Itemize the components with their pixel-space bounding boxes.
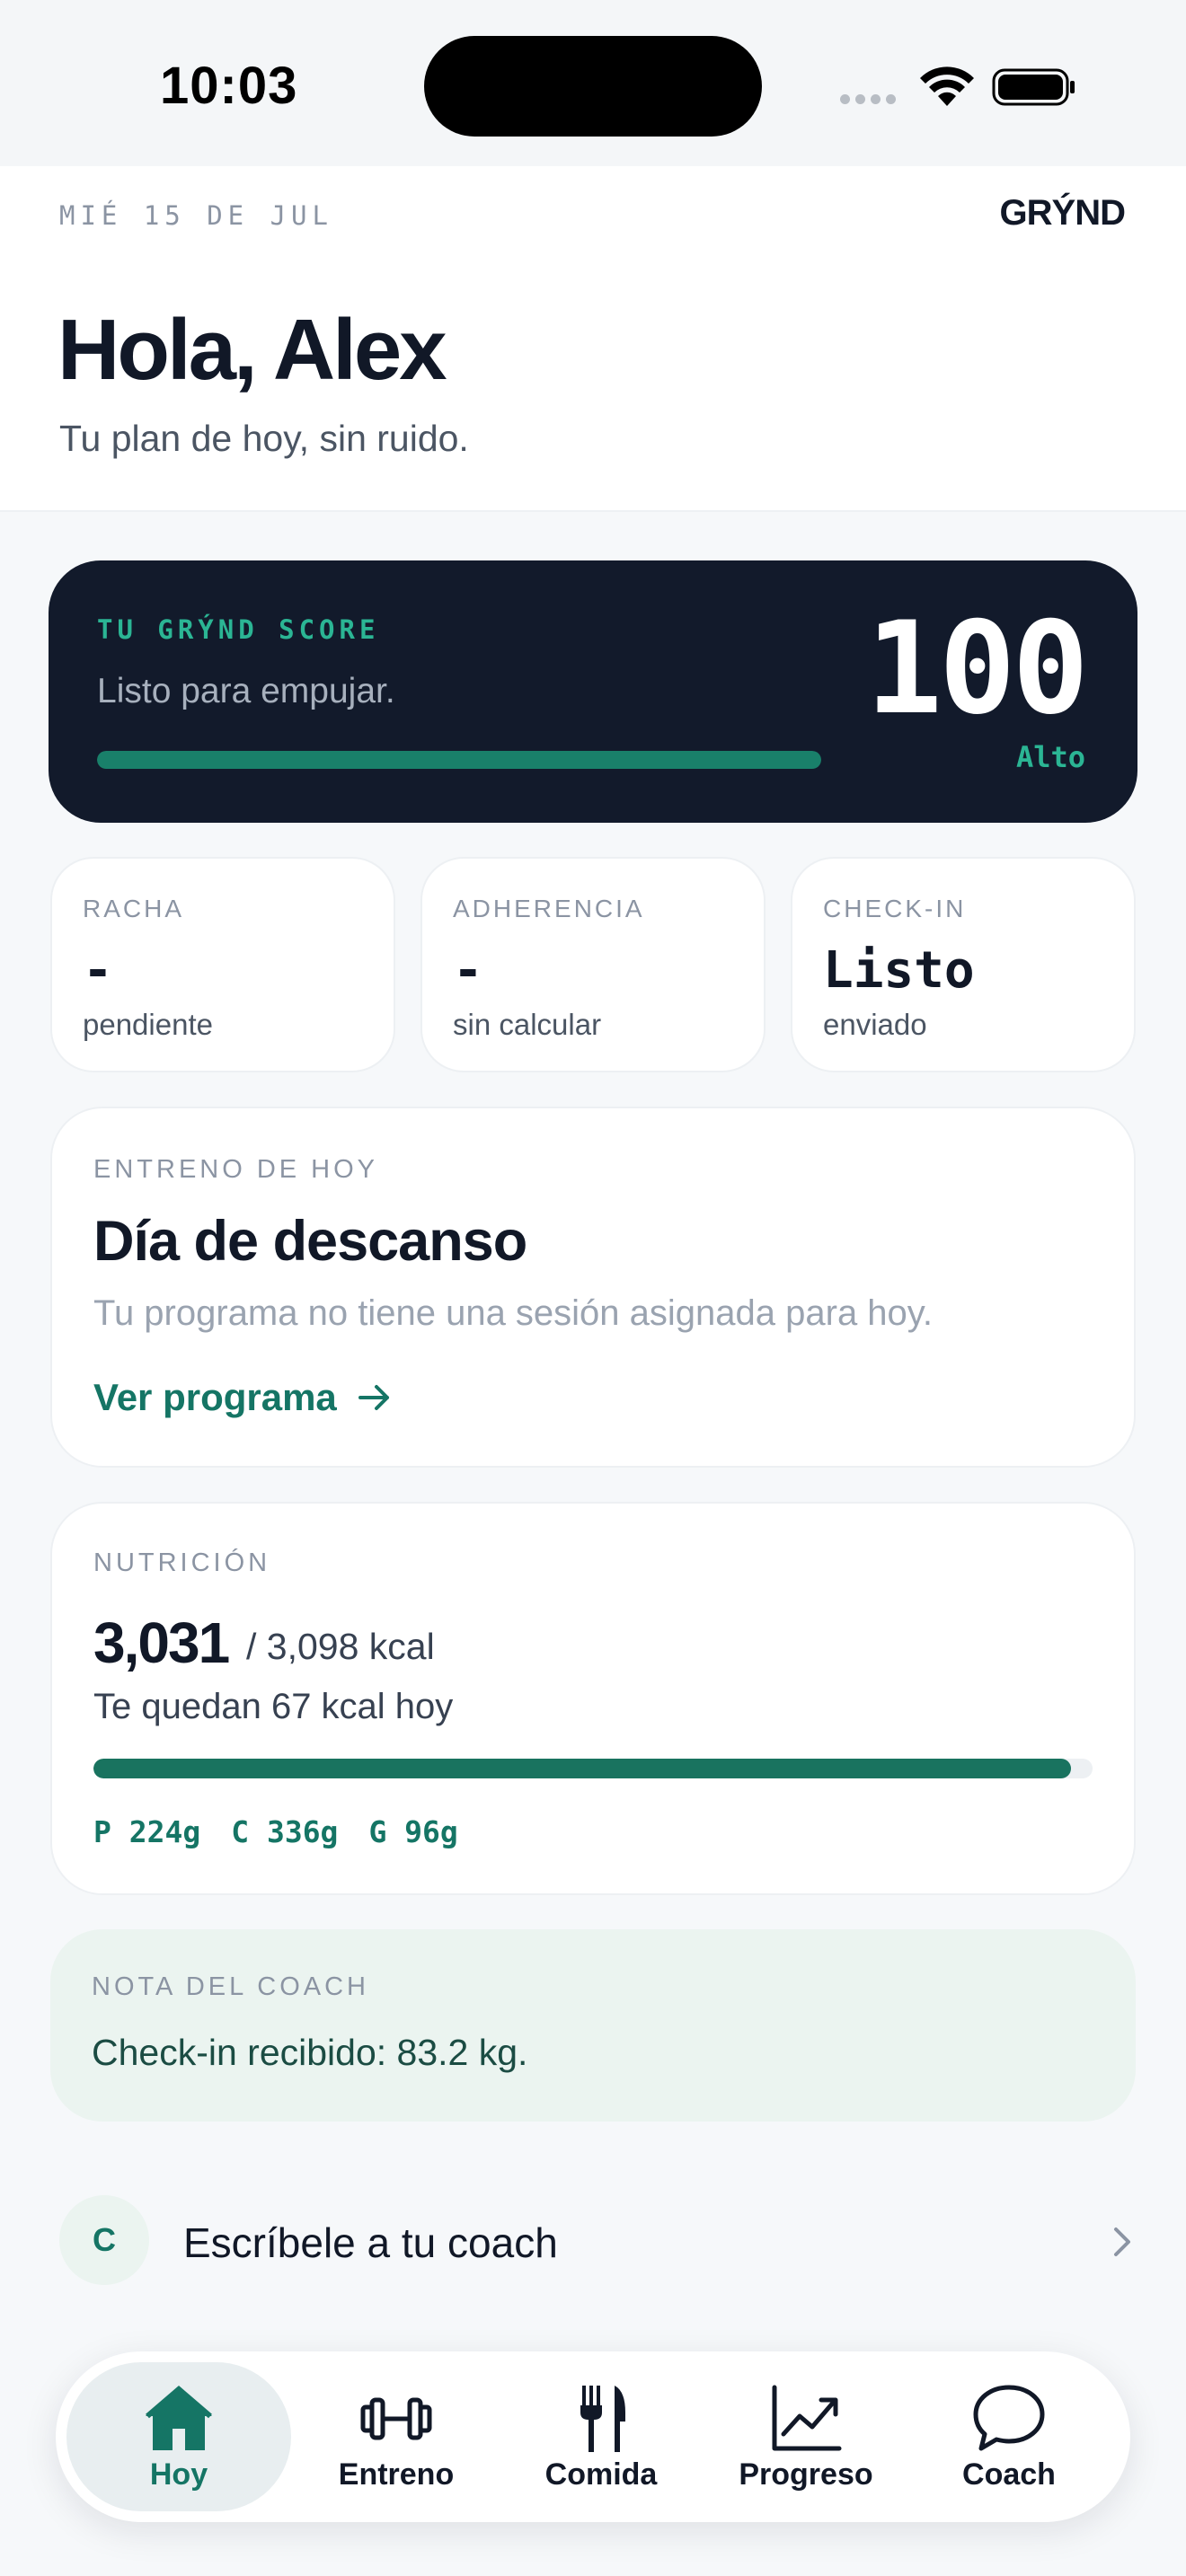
- workout-title: Día de descanso: [93, 1210, 527, 1273]
- score-card[interactable]: TU GRÝND SCORE Listo para empujar. 100 A…: [49, 560, 1137, 823]
- tab-hoy[interactable]: Hoy: [66, 2362, 291, 2511]
- stat-value: Listo: [823, 941, 975, 1000]
- score-value: 100: [865, 595, 1089, 743]
- message-coach-label: Escríbele a tu coach: [183, 2219, 558, 2266]
- view-program-link[interactable]: Ver programa: [93, 1376, 393, 1419]
- cellular-signal-icon: [840, 94, 896, 104]
- stat-note: sin calcular: [453, 1008, 602, 1041]
- score-progress-fill: [97, 751, 821, 769]
- fork-knife-icon: [580, 2386, 625, 2452]
- macros: P 224g C 336g G 96g: [93, 1814, 458, 1849]
- dynamic-island: [424, 36, 762, 137]
- score-label: TU GRÝND SCORE: [97, 614, 380, 645]
- tab-coach[interactable]: Coach: [897, 2362, 1121, 2511]
- tab-entreno[interactable]: Entreno: [284, 2362, 509, 2511]
- coach-avatar: C: [59, 2195, 149, 2285]
- stat-title: RACHA: [83, 895, 185, 922]
- tab-label: Entreno: [338, 2457, 455, 2492]
- macro-fat: G 96g: [368, 1814, 458, 1849]
- macro-protein: P 224g: [93, 1814, 201, 1849]
- workout-card[interactable]: ENTRENO DE HOY Día de descanso Tu progra…: [50, 1107, 1136, 1468]
- chevron-right-icon: [1114, 2228, 1130, 2256]
- battery-icon: [992, 68, 1075, 106]
- calories-consumed: 3,031: [93, 1610, 230, 1675]
- stat-card-adherence[interactable]: ADHERENCIA - sin calcular: [420, 857, 766, 1072]
- home-icon: [146, 2386, 212, 2450]
- stat-card-streak[interactable]: RACHA - pendiente: [50, 857, 395, 1072]
- status-time: 10:03: [160, 57, 298, 115]
- calories-remaining: Te quedan 67 kcal hoy: [93, 1687, 454, 1726]
- nutrition-label: NUTRICIÓN: [93, 1548, 271, 1577]
- date-label: MIÉ 15 DE JUL: [59, 200, 333, 231]
- brand-logo: GRÝND: [999, 193, 1126, 233]
- greeting-title: Hola, Alex: [58, 302, 447, 398]
- chart-icon: [772, 2385, 842, 2451]
- tab-progreso[interactable]: Progreso: [694, 2362, 918, 2511]
- workout-description: Tu programa no tiene una sesión asignada…: [93, 1293, 933, 1333]
- stat-value: -: [453, 941, 483, 1000]
- score-description: Listo para empujar.: [97, 672, 395, 710]
- score-progress-bar: [97, 751, 821, 769]
- stat-card-checkin[interactable]: CHECK-IN Listo enviado: [791, 857, 1136, 1072]
- coach-note-card: NOTA DEL COACH Check-in recibido: 83.2 k…: [50, 1929, 1136, 2122]
- chat-bubble-icon: [973, 2385, 1045, 2451]
- coach-note-label: NOTA DEL COACH: [92, 1972, 369, 2001]
- tab-bar: Hoy Entreno Comida Progreso Coach: [56, 2351, 1130, 2522]
- stat-title: CHECK-IN: [823, 895, 967, 922]
- tab-comida[interactable]: Comida: [489, 2362, 713, 2511]
- coach-note-text: Check-in recibido: 83.2 kg.: [92, 2032, 528, 2073]
- view-program-label: Ver programa: [93, 1376, 337, 1418]
- stat-note: enviado: [823, 1008, 927, 1041]
- stat-title: ADHERENCIA: [453, 895, 645, 922]
- tab-label: Progreso: [739, 2457, 873, 2492]
- calories-target: / 3,098 kcal: [246, 1626, 435, 1667]
- wifi-icon: [920, 66, 974, 106]
- nutrition-card[interactable]: NUTRICIÓN 3,031 / 3,098 kcal Te quedan 6…: [50, 1502, 1136, 1895]
- workout-label: ENTRENO DE HOY: [93, 1155, 379, 1184]
- dumbbell-icon: [360, 2397, 432, 2440]
- arrow-right-icon: [358, 1385, 389, 1410]
- calories-progress-fill: [93, 1759, 1071, 1778]
- stat-note: pendiente: [83, 1008, 213, 1041]
- header: MIÉ 15 DE JUL GRÝND Hola, Alex Tu plan d…: [0, 166, 1186, 512]
- stat-value: -: [83, 941, 113, 1000]
- message-coach-row[interactable]: C Escríbele a tu coach: [59, 2192, 1137, 2289]
- calories-progress-bar: [93, 1759, 1093, 1778]
- tab-label: Comida: [544, 2457, 658, 2492]
- tab-label: Hoy: [149, 2457, 208, 2492]
- macro-carbs: C 336g: [231, 1814, 339, 1849]
- status-bar: 10:03: [0, 0, 1186, 166]
- tab-label: Coach: [962, 2457, 1056, 2492]
- score-level: Alto: [1015, 740, 1085, 774]
- greeting-subtitle: Tu plan de hoy, sin ruido.: [59, 418, 469, 459]
